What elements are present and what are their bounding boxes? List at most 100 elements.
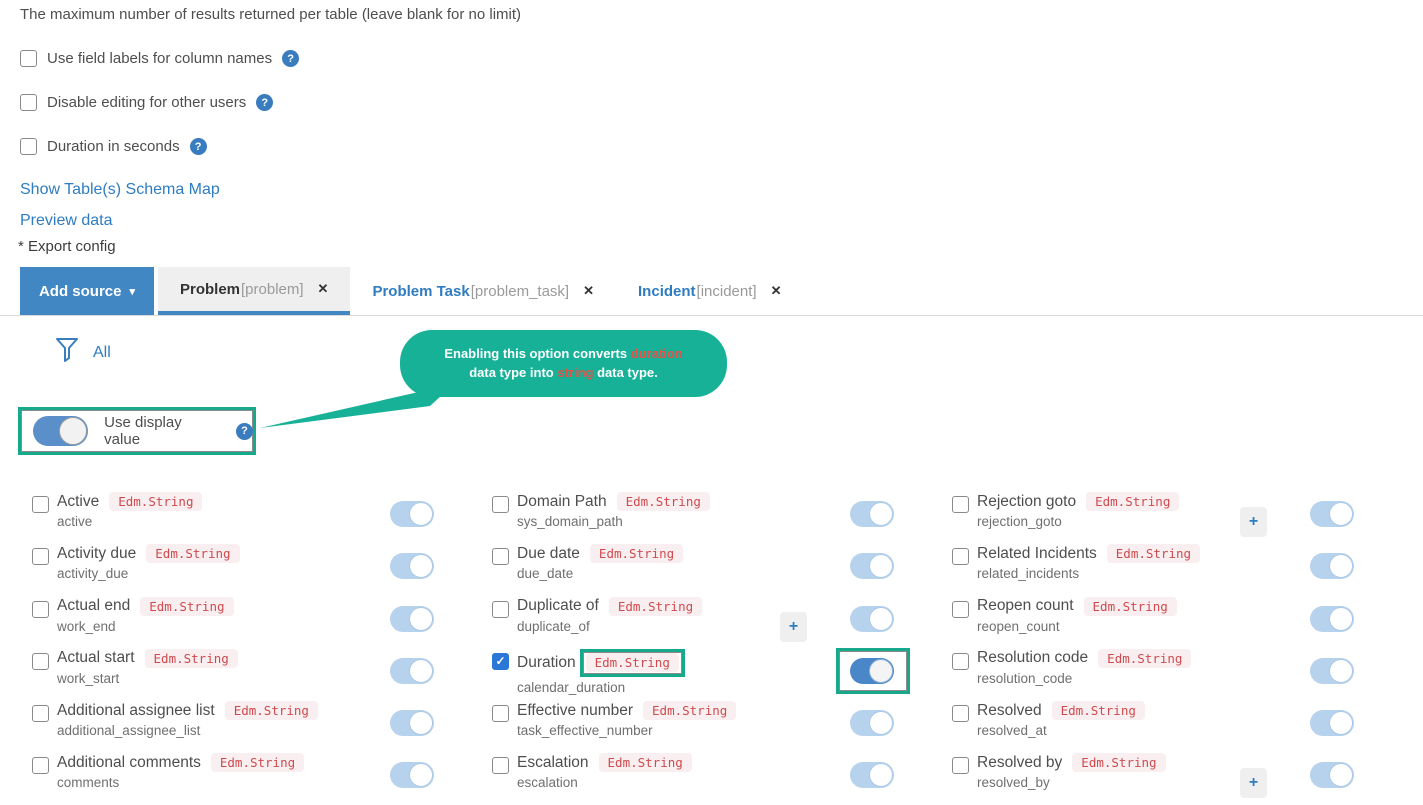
field-label: Duration: [517, 654, 576, 672]
type-badge: Edm.String: [1107, 544, 1200, 563]
tooltip-highlight-duration: duration: [631, 346, 683, 361]
field-toggle[interactable]: [850, 606, 894, 632]
field-row-domain-path: Domain Path Edm.String sys_domain_path: [492, 487, 952, 539]
field-toggle[interactable]: [390, 606, 434, 632]
field-row-reopen-count: Reopen count Edm.String reopen_count: [952, 592, 1392, 644]
export-config-page: The maximum number of results returned p…: [0, 0, 1423, 805]
field-label: Actual end: [57, 597, 130, 615]
type-badge: Edm.String: [225, 701, 318, 720]
field-row-additional-comments: Additional comments Edm.String comments: [32, 748, 492, 800]
tooltip-text: Enabling this option converts: [444, 346, 630, 361]
option-duration-seconds: Duration in seconds ?: [20, 138, 207, 155]
add-related-field-button[interactable]: +: [1240, 507, 1267, 537]
field-label: Resolved: [977, 702, 1042, 720]
add-source-button[interactable]: Add source ▾: [20, 267, 154, 315]
field-checkbox[interactable]: [32, 705, 49, 722]
field-checkbox[interactable]: [32, 548, 49, 565]
disable-editing-checkbox[interactable]: [20, 94, 37, 111]
field-checkbox[interactable]: [952, 496, 969, 513]
field-toggle[interactable]: [390, 553, 434, 579]
use-field-labels-checkbox[interactable]: [20, 50, 37, 67]
field-checkbox[interactable]: [32, 653, 49, 670]
close-icon[interactable]: ✕: [318, 281, 329, 297]
tab-incident[interactable]: Incident [incident] ✕: [616, 267, 803, 315]
field-label: Escalation: [517, 754, 589, 772]
tab-problem-table: [problem]: [241, 281, 304, 298]
field-checkbox[interactable]: [32, 757, 49, 774]
filter-row: All: [55, 336, 111, 369]
field-checkbox[interactable]: [952, 601, 969, 618]
type-badge: Edm.String: [617, 492, 710, 511]
field-label: Duplicate of: [517, 597, 599, 615]
field-checkbox[interactable]: [492, 757, 509, 774]
field-toggle[interactable]: [1310, 501, 1354, 527]
field-toggle[interactable]: [390, 658, 434, 684]
field-toggle[interactable]: [1310, 606, 1354, 632]
field-row-effective-number: Effective number Edm.String task_effecti…: [492, 696, 952, 748]
preview-data-link[interactable]: Preview data: [20, 212, 113, 230]
close-icon[interactable]: ✕: [583, 283, 594, 299]
field-row-active: Active Edm.String active: [32, 487, 492, 539]
field-checkbox[interactable]: [492, 601, 509, 618]
field-label: Resolution code: [977, 649, 1088, 667]
type-badge: Edm.String: [145, 649, 238, 668]
field-checkbox-checked[interactable]: ✓: [492, 653, 509, 670]
use-display-value-group: Use display value ?: [18, 407, 256, 455]
help-icon[interactable]: ?: [190, 138, 207, 155]
field-toggle[interactable]: [850, 762, 894, 788]
field-checkbox[interactable]: [952, 705, 969, 722]
help-icon[interactable]: ?: [256, 94, 273, 111]
show-schema-map-link[interactable]: Show Table(s) Schema Map: [20, 181, 220, 199]
add-related-field-button[interactable]: +: [780, 612, 807, 642]
field-toggle[interactable]: [390, 762, 434, 788]
field-toggle[interactable]: [850, 553, 894, 579]
type-badge: Edm.String: [1072, 753, 1165, 772]
field-checkbox[interactable]: [32, 496, 49, 513]
tab-problem[interactable]: Problem [problem] ✕: [158, 267, 350, 315]
close-icon[interactable]: ✕: [771, 283, 782, 299]
field-toggle[interactable]: [1310, 553, 1354, 579]
tooltip-text: data type into: [469, 365, 557, 380]
chevron-down-icon: ▾: [129, 285, 135, 298]
field-toggle-active[interactable]: [850, 658, 894, 684]
field-row-resolved: Resolved Edm.String resolved_at: [952, 696, 1392, 748]
field-toggle[interactable]: [850, 501, 894, 527]
help-icon[interactable]: ?: [236, 423, 253, 440]
type-badge: Edm.String: [109, 492, 202, 511]
type-badge: Edm.String: [211, 753, 304, 772]
duration-seconds-label: Duration in seconds: [47, 138, 180, 155]
field-toggle[interactable]: [1310, 762, 1354, 788]
type-badge: Edm.String: [590, 544, 683, 563]
field-checkbox[interactable]: [952, 653, 969, 670]
field-toggle[interactable]: [1310, 710, 1354, 736]
add-related-field-button[interactable]: +: [1240, 768, 1267, 798]
field-label: Resolved by: [977, 754, 1062, 772]
help-icon[interactable]: ?: [282, 50, 299, 67]
duration-seconds-checkbox[interactable]: [20, 138, 37, 155]
type-badge: Edm.String: [1084, 597, 1177, 616]
field-toggle[interactable]: [1310, 658, 1354, 684]
field-checkbox[interactable]: [952, 757, 969, 774]
field-label: Reopen count: [977, 597, 1074, 615]
field-row-resolved-by: Resolved by Edm.String resolved_by +: [952, 748, 1392, 800]
field-checkbox[interactable]: [952, 548, 969, 565]
field-toggle[interactable]: [390, 710, 434, 736]
field-toggle[interactable]: [850, 710, 894, 736]
use-display-value-toggle[interactable]: [33, 416, 88, 446]
type-badge: Edm.String: [599, 753, 692, 772]
field-checkbox[interactable]: [32, 601, 49, 618]
funnel-icon[interactable]: [55, 336, 79, 369]
fields-grid: Active Edm.String active Activity due Ed…: [32, 487, 1392, 801]
field-label: Additional comments: [57, 754, 201, 772]
type-badge: Edm.String: [1052, 701, 1145, 720]
field-row-duration: ✓ Duration Edm.String calendar_duration: [492, 644, 952, 696]
tab-problem-task[interactable]: Problem Task [problem_task] ✕: [350, 267, 616, 315]
field-checkbox[interactable]: [492, 496, 509, 513]
type-badge: Edm.String: [1098, 649, 1191, 668]
field-checkbox[interactable]: [492, 548, 509, 565]
filter-all-label[interactable]: All: [93, 344, 111, 362]
disable-editing-label: Disable editing for other users: [47, 94, 246, 111]
tab-problem-name: Problem: [180, 281, 240, 298]
field-checkbox[interactable]: [492, 705, 509, 722]
field-toggle[interactable]: [390, 501, 434, 527]
